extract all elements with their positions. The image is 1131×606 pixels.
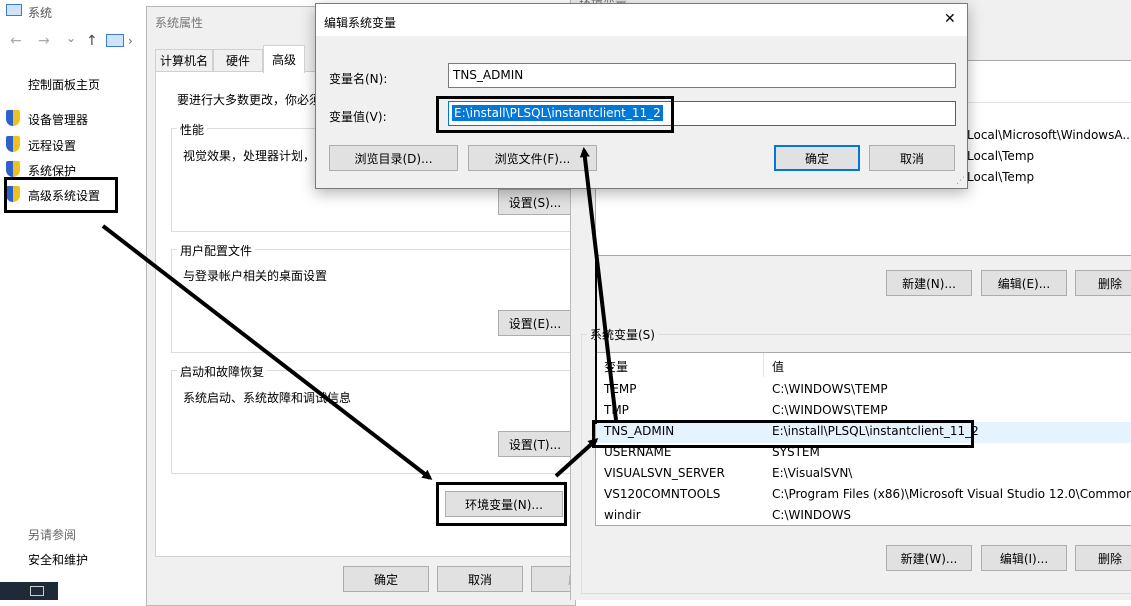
arrow-tns-to-value [579, 147, 618, 421]
arrow-env-to-tns [554, 437, 599, 478]
tab-label: 高级 [271, 53, 296, 67]
tab-advanced[interactable]: 高级 [263, 45, 305, 73]
annotation-arrows [101, 147, 618, 480]
